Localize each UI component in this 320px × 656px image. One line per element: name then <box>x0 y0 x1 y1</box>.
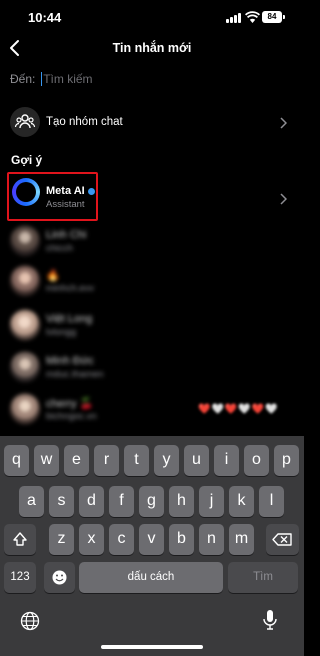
cellular-signal-icon <box>226 13 242 23</box>
suggestions-heading: Gợi ý <box>11 153 43 167</box>
key-y[interactable]: y <box>154 445 179 476</box>
contact-row[interactable]: Linh Chi chicch <box>0 226 304 268</box>
create-group-chat-button[interactable]: Tạo nhóm chat <box>0 106 304 140</box>
avatar <box>10 226 40 256</box>
recipient-search-field[interactable]: Đến: Tìm kiếm <box>10 72 290 92</box>
shift-arrow-icon <box>13 532 27 546</box>
search-key[interactable]: Tìm <box>228 562 298 593</box>
contact-subtitle: Assistant <box>46 199 85 210</box>
key-j[interactable]: j <box>199 486 224 517</box>
key-t[interactable]: t <box>124 445 149 476</box>
key-e[interactable]: e <box>64 445 89 476</box>
numbers-key[interactable]: 123 <box>4 562 36 593</box>
emoji-key[interactable] <box>44 562 75 593</box>
key-d[interactable]: d <box>79 486 104 517</box>
key-x[interactable]: x <box>79 524 104 555</box>
contact-name: Meta AI <box>46 185 95 197</box>
key-w[interactable]: w <box>34 445 59 476</box>
contact-name: Minh Đức <box>46 355 94 367</box>
key-l[interactable]: l <box>259 486 284 517</box>
backspace-key[interactable] <box>266 524 299 555</box>
contact-subtitle: minhch.evv <box>46 283 95 294</box>
key-h[interactable]: h <box>169 486 194 517</box>
backspace-icon <box>272 533 292 546</box>
contact-name: cherry 🍒 <box>46 398 94 410</box>
emoji-smiley-icon <box>52 570 67 585</box>
contact-meta-ai[interactable]: Meta AI Assistant <box>0 183 304 225</box>
key-u[interactable]: u <box>184 445 209 476</box>
key-r[interactable]: r <box>94 445 119 476</box>
key-z[interactable]: z <box>49 524 74 555</box>
emoji-decoration: ❤️🤍❤️🤍❤️🤍 <box>198 404 279 415</box>
page-title: Tin nhắn mới <box>112 41 192 55</box>
microphone-icon[interactable] <box>262 609 278 631</box>
wifi-icon <box>245 11 260 23</box>
contact-name: Việt Long <box>46 313 93 325</box>
key-p[interactable]: p <box>274 445 299 476</box>
verified-badge-icon <box>87 187 95 195</box>
shift-key[interactable] <box>4 524 36 555</box>
key-v[interactable]: v <box>139 524 164 555</box>
contact-name: 🔥 <box>46 270 60 282</box>
key-n[interactable]: n <box>199 524 224 555</box>
globe-icon[interactable] <box>20 611 40 631</box>
contact-row[interactable]: 🔥 minhch.evv <box>0 266 304 308</box>
key-g[interactable]: g <box>139 486 164 517</box>
text-caret <box>40 72 43 86</box>
contact-subtitle: lvlongg <box>46 327 77 338</box>
contact-subtitle: mduc.thamen <box>46 369 104 380</box>
chevron-right-icon <box>280 193 287 205</box>
contact-row[interactable]: Minh Đức mduc.thamen <box>0 352 304 394</box>
key-o[interactable]: o <box>244 445 269 476</box>
to-label: Đến: <box>10 72 36 87</box>
key-q[interactable]: q <box>4 445 29 476</box>
battery-icon: 84 <box>262 11 282 23</box>
contact-row[interactable]: Việt Long lvlongg <box>0 310 304 352</box>
battery-tip <box>283 15 285 19</box>
create-group-label: Tạo nhóm chat <box>46 116 123 128</box>
key-k[interactable]: k <box>229 486 254 517</box>
search-input[interactable]: Tìm kiếm <box>43 72 92 86</box>
key-f[interactable]: f <box>109 486 134 517</box>
status-time: 10:44 <box>28 10 62 25</box>
contact-name: Linh Chi <box>46 229 87 241</box>
home-indicator <box>101 645 203 649</box>
group-icon <box>10 107 40 137</box>
avatar <box>10 352 40 382</box>
chevron-right-icon <box>280 117 287 129</box>
contact-subtitle: chicch <box>46 243 73 254</box>
header: Tin nhắn mới <box>0 34 304 64</box>
avatar <box>10 394 40 424</box>
key-i[interactable]: i <box>214 445 239 476</box>
avatar <box>10 310 40 340</box>
key-m[interactable]: m <box>229 524 254 555</box>
avatar <box>10 266 40 296</box>
key-a[interactable]: a <box>19 486 44 517</box>
key-s[interactable]: s <box>49 486 74 517</box>
key-b[interactable]: b <box>169 524 194 555</box>
space-key[interactable]: dấu cách <box>79 562 223 593</box>
status-bar: 10:44 84 <box>0 0 304 34</box>
contact-row[interactable]: cherry 🍒 bichngoc.vn <box>0 394 304 436</box>
contact-subtitle: bichngoc.vn <box>46 411 97 422</box>
key-c[interactable]: c <box>109 524 134 555</box>
